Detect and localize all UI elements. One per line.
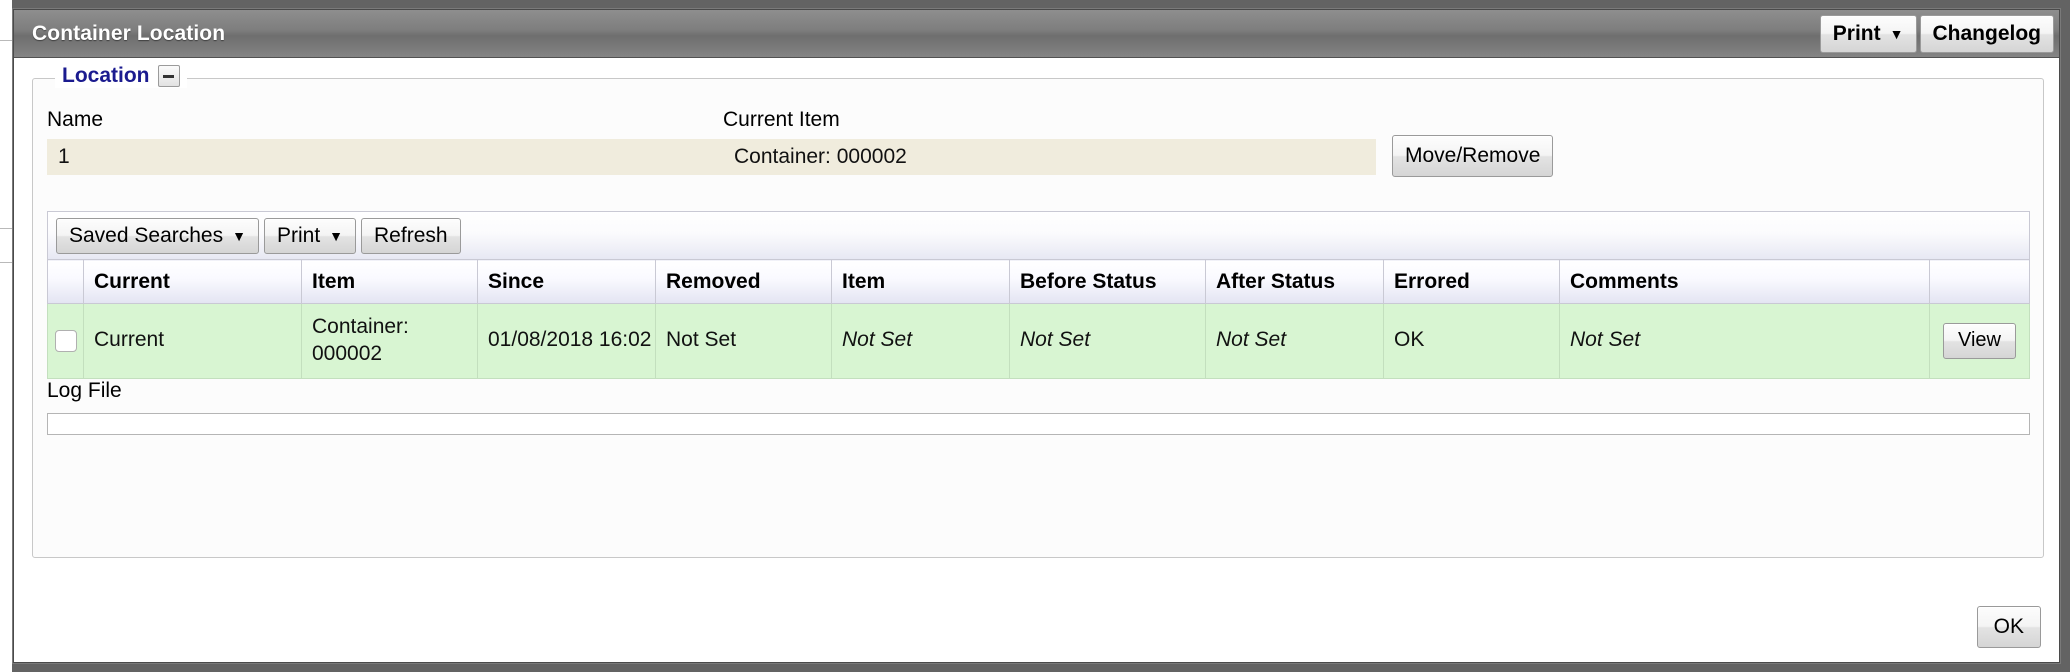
current-item-value: Container: 000002 [723,139,1376,175]
dialog-titlebar: Container Location Print ▼ Changelog [14,10,2059,58]
col-item-current[interactable]: Item [301,259,478,304]
screen: Container Location Print ▼ Changelog Loc… [0,0,2070,672]
col-before-status[interactable]: Before Status [1009,259,1206,304]
col-item-removed[interactable]: Item [831,259,1010,304]
refresh-label: Refresh [374,223,448,247]
changelog-button-label: Changelog [1932,21,2042,45]
minus-icon[interactable] [157,65,180,87]
view-button[interactable]: View [1943,322,2016,359]
row-checkbox[interactable] [54,329,77,352]
titlebar-actions: Print ▼ Changelog [1819,14,2059,53]
name-label: Name [47,108,104,131]
cell-item-removed: Not Set [831,303,1010,379]
cell-comments: Not Set [1559,303,1930,379]
background-page-edge [0,0,12,672]
cell-after-status: Not Set [1205,303,1384,379]
ok-button[interactable]: OK [1976,606,2041,648]
col-comments[interactable]: Comments [1559,259,1930,304]
grid-print-label: Print [276,223,321,247]
container-location-dialog: Container Location Print ▼ Changelog Loc… [13,9,2060,663]
cell-before-status: Not Set [1009,303,1206,379]
caret-down-icon: ▼ [329,227,344,244]
cell-errored: OK [1383,303,1560,379]
current-item-field: Current Item Container: 000002 [723,109,1376,175]
col-actions [1929,259,2030,304]
log-file-input[interactable] [47,413,2030,435]
saved-searches-button[interactable]: Saved Searches ▼ [56,217,259,254]
cell-item-current: Container: 000002 [301,303,478,379]
caret-down-icon: ▼ [232,227,246,244]
log-file-label: Log File [47,379,122,402]
table-row[interactable]: Current Container: 000002 01/08/2018 16:… [47,303,2030,379]
log-file-block: Log File [47,379,2030,435]
current-item-label: Current Item [723,108,840,131]
saved-searches-label: Saved Searches [69,223,224,247]
col-after-status[interactable]: After Status [1205,259,1384,304]
col-since[interactable]: Since [477,259,656,304]
dialog-footer: OK [1976,606,2041,648]
grid-toolbar: Saved Searches ▼ Print ▼ Refresh [47,211,2030,259]
col-removed[interactable]: Removed [655,259,832,304]
move-remove-button[interactable]: Move/Remove [1392,135,1554,177]
history-table: Current Item Since Removed Item Before S… [47,259,2030,379]
name-field: Name 1 [47,109,725,175]
cell-removed: Not Set [655,303,832,379]
cell-since: 01/08/2018 16:02 [477,303,656,379]
cell-current: Current [83,303,302,379]
row-select-cell [47,303,84,379]
location-history-grid: Saved Searches ▼ Print ▼ Refresh Current… [47,211,2030,379]
location-fields: Name 1 Current Item Container: 000002 Mo… [47,109,2029,181]
grid-print-button[interactable]: Print ▼ [263,217,357,254]
changelog-button[interactable]: Changelog [1919,14,2054,53]
print-button[interactable]: Print ▼ [1819,14,1917,53]
table-header-row: Current Item Since Removed Item Before S… [47,259,2030,304]
print-button-label: Print [1832,21,1881,45]
dialog-body: Location Name 1 Current Item Container: … [14,58,2059,662]
cell-actions: View [1929,303,2030,379]
location-fieldset: Location Name 1 Current Item Container: … [32,64,2044,558]
col-current[interactable]: Current [83,259,302,304]
name-value: 1 [47,139,725,175]
col-errored[interactable]: Errored [1383,259,1560,304]
caret-down-icon: ▼ [1889,25,1904,42]
dialog-title: Container Location [32,21,226,45]
location-legend: Location [55,64,187,88]
col-select [47,259,84,304]
location-legend-label: Location [62,64,150,87]
refresh-button[interactable]: Refresh [361,217,461,254]
